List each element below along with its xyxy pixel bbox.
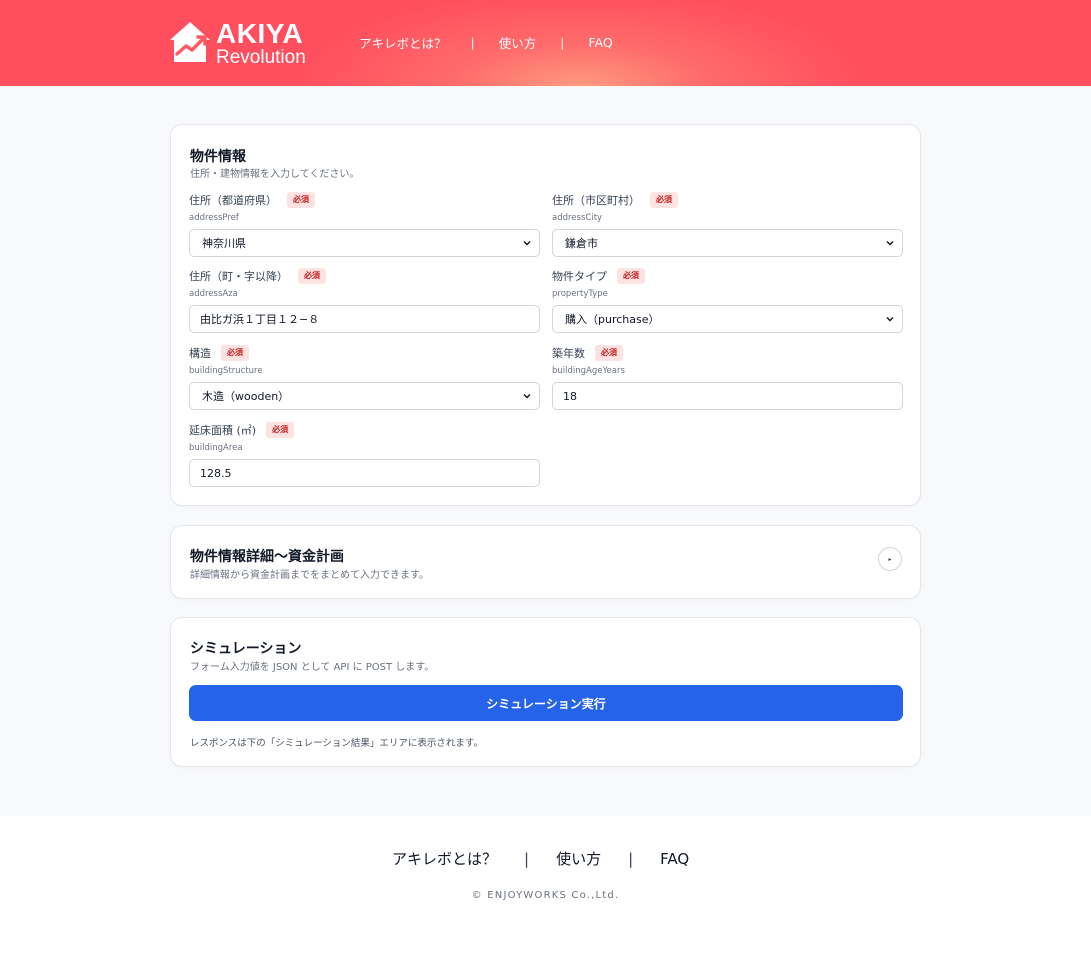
building-structure-select[interactable]: 木造（wooden） xyxy=(189,382,540,410)
address-aza-input[interactable]: 由比ガ浜１丁目１２−８ xyxy=(189,305,540,333)
field-key: addressAza xyxy=(189,289,238,299)
property-detail-card[interactable]: 物件情報詳細〜資金計画 詳細情報から資金計画までをまとめて入力できます。 ▸ xyxy=(170,525,921,599)
building-area-input[interactable]: 128.5 xyxy=(189,459,540,487)
field-label: 住所（都道府県） xyxy=(189,194,277,207)
field-key: propertyType xyxy=(552,289,608,299)
select-value: 神奈川県 xyxy=(202,237,246,250)
field-key: addressPref xyxy=(189,213,239,223)
card-title: 物件情報詳細〜資金計画 xyxy=(190,549,344,565)
field-label: 構造 xyxy=(189,347,211,360)
field-address-aza: 住所（町・字以降） 必須 addressAza 由比ガ浜１丁目１２−８ xyxy=(189,267,540,333)
nav-link-faq[interactable]: FAQ xyxy=(588,35,612,50)
nav-link-howto[interactable]: 使い方 xyxy=(499,33,537,52)
nav-separator: | xyxy=(560,35,565,50)
select-value: 購入（purchase） xyxy=(565,313,660,326)
run-simulation-button[interactable]: シミュレーション実行 xyxy=(189,685,903,721)
card-subtitle: 詳細情報から資金計画までをまとめて入力できます。 xyxy=(190,570,429,581)
footer-link-howto[interactable]: 使い方 xyxy=(556,848,601,869)
property-type-select[interactable]: 購入（purchase） xyxy=(552,305,903,333)
address-city-select[interactable]: 鎌倉市 xyxy=(552,229,903,257)
address-pref-select[interactable]: 神奈川県 xyxy=(189,229,540,257)
required-badge: 必須 xyxy=(595,345,623,361)
main-content: 物件情報 住所・建物情報を入力してください。 住所（都道府県） 必須 addre… xyxy=(0,86,1091,816)
select-value: 鎌倉市 xyxy=(565,237,598,250)
field-key: buildingStructure xyxy=(189,366,263,376)
site-footer: アキレボとは？ | 使い方 | FAQ © ENJOYWORKS Co.,Ltd… xyxy=(0,816,1091,960)
input-value: 18 xyxy=(563,389,577,403)
chevron-down-icon xyxy=(886,317,894,322)
footer-nav-separator: | xyxy=(524,849,530,868)
chevron-down-icon xyxy=(886,241,894,246)
required-badge: 必須 xyxy=(298,268,326,284)
response-note: レスポンスは下の「シミュレーション結果」エリアに表示されます。 xyxy=(190,738,483,749)
chevron-down-icon xyxy=(523,394,531,399)
nav-link-about[interactable]: アキレボとは？ xyxy=(359,33,447,52)
footer-link-about[interactable]: アキレボとは？ xyxy=(392,848,497,869)
field-label: 延床面積 (㎡) xyxy=(189,424,257,437)
field-key: buildingArea xyxy=(189,443,243,453)
input-value: 由比ガ浜１丁目１２−８ xyxy=(200,313,320,326)
field-key: buildingAgeYears xyxy=(552,366,625,376)
required-badge: 必須 xyxy=(650,192,678,208)
footer-nav-separator: | xyxy=(628,849,634,868)
required-badge: 必須 xyxy=(221,345,249,361)
field-label: 住所（町・字以降） xyxy=(189,270,288,283)
field-label: 住所（市区町村） xyxy=(552,194,640,207)
house-logo-icon xyxy=(170,22,210,62)
building-age-input[interactable]: 18 xyxy=(552,382,903,410)
brand-logo[interactable]: AKIYA Revolution xyxy=(168,20,320,68)
field-address-city: 住所（市区町村） 必須 addressCity 鎌倉市 xyxy=(552,191,903,257)
input-value: 128.5 xyxy=(200,466,232,480)
caret-right-icon: ▸ xyxy=(888,555,892,563)
footer-link-faq[interactable]: FAQ xyxy=(660,850,689,868)
field-label: 物件タイプ xyxy=(552,270,607,283)
card-title: 物件情報 xyxy=(190,149,246,165)
simulation-card: シミュレーション フォーム入力値を JSON として API に POST しま… xyxy=(170,617,921,767)
copyright: © ENJOYWORKS Co.,Ltd. xyxy=(471,890,620,901)
field-label: 築年数 xyxy=(552,347,585,360)
field-building-age: 築年数 必須 buildingAgeYears 18 xyxy=(552,344,903,410)
site-header: AKIYA Revolution アキレボとは？ | 使い方 | FAQ xyxy=(0,0,1091,86)
property-info-card: 物件情報 住所・建物情報を入力してください。 住所（都道府県） 必須 addre… xyxy=(170,124,921,506)
field-address-pref: 住所（都道府県） 必須 addressPref 神奈川県 xyxy=(189,191,540,257)
select-value: 木造（wooden） xyxy=(202,390,290,403)
required-badge: 必須 xyxy=(266,422,295,438)
field-key: addressCity xyxy=(552,213,603,223)
card-title: シミュレーション xyxy=(190,641,302,657)
expand-toggle-button[interactable]: ▸ xyxy=(878,547,902,571)
required-badge: 必須 xyxy=(287,192,315,208)
chevron-down-icon xyxy=(523,241,531,246)
brand-name-line2: Revolution xyxy=(216,47,306,68)
brand-name-line1: AKIYA xyxy=(216,18,304,49)
footer-nav: アキレボとは？ | 使い方 | FAQ xyxy=(392,848,689,869)
header-nav: アキレボとは？ | 使い方 | FAQ xyxy=(359,33,613,52)
field-building-structure: 構造 必須 buildingStructure 木造（wooden） xyxy=(189,344,540,410)
nav-separator: | xyxy=(470,35,475,50)
field-building-area: 延床面積 (㎡) 必須 buildingArea 128.5 xyxy=(189,421,540,487)
required-badge: 必須 xyxy=(617,268,645,284)
card-subtitle: フォーム入力値を JSON として API に POST します。 xyxy=(190,662,435,673)
field-property-type: 物件タイプ 必須 propertyType 購入（purchase） xyxy=(552,267,903,333)
card-subtitle: 住所・建物情報を入力してください。 xyxy=(190,169,360,180)
